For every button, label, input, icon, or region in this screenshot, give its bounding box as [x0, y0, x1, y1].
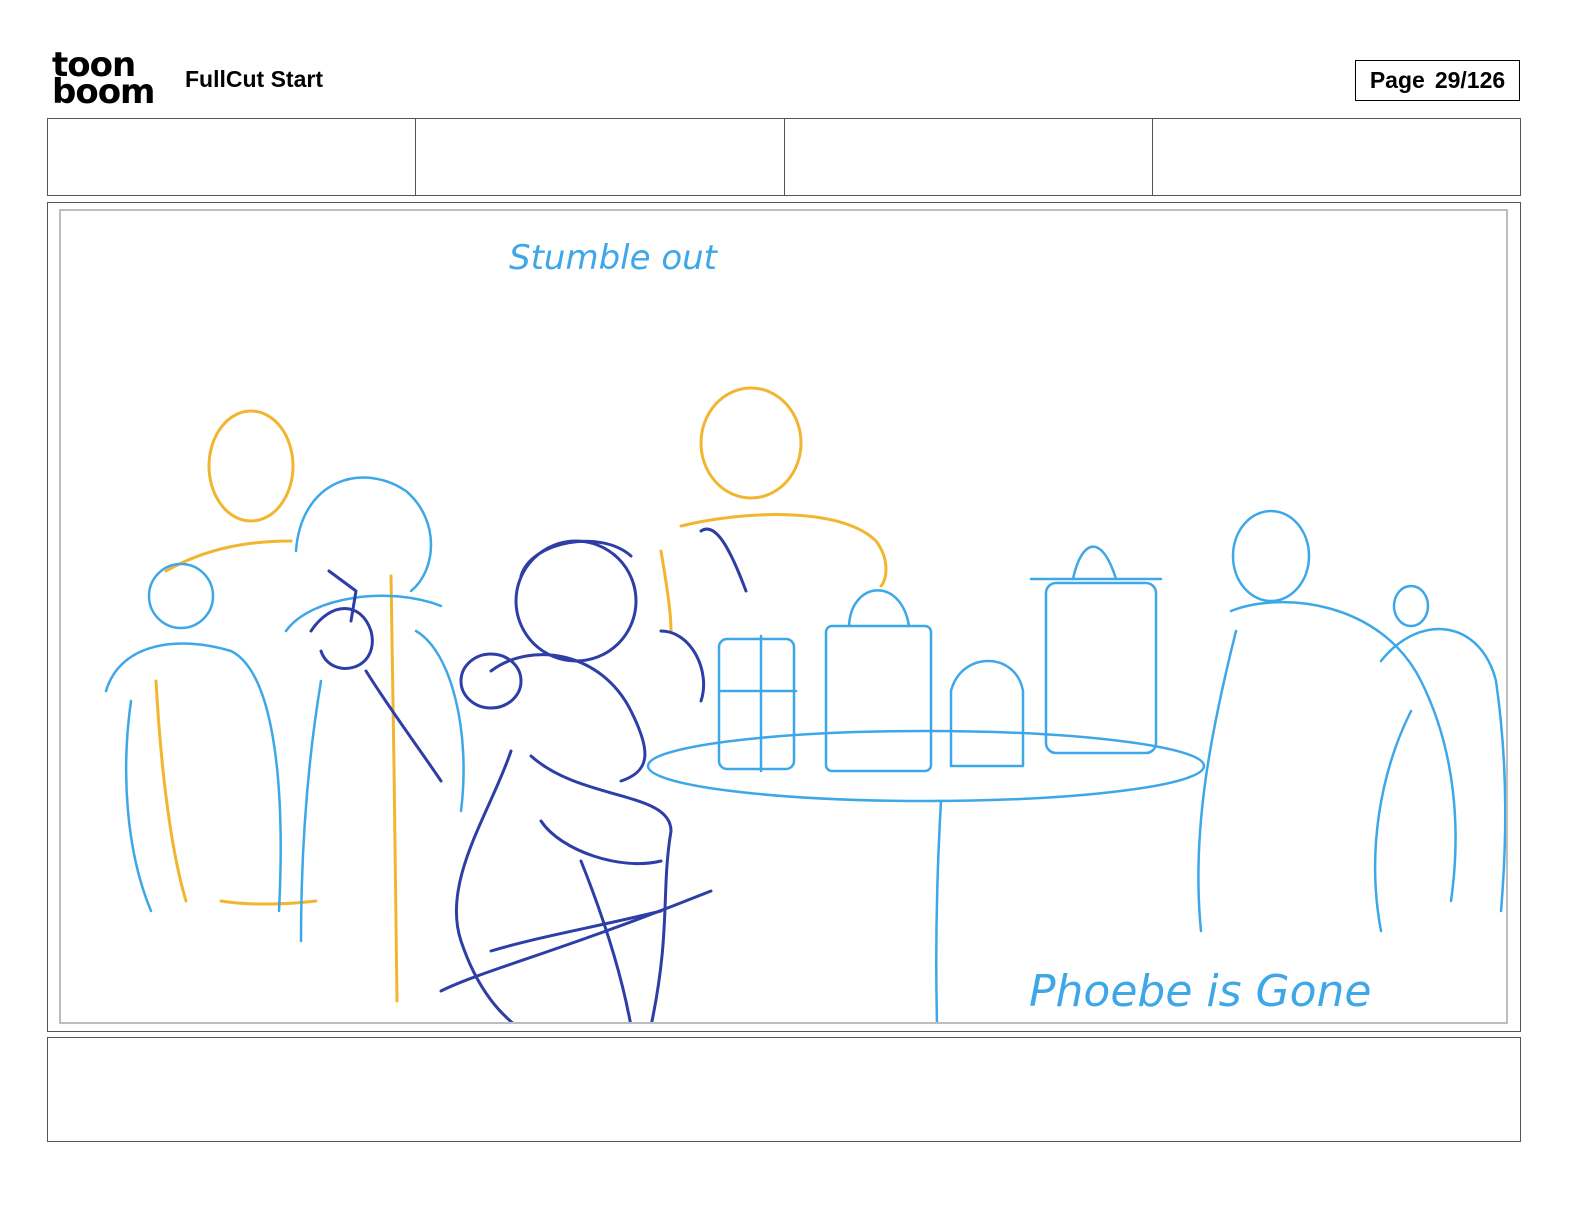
sketch-table-gifts — [646, 545, 1206, 1022]
toon-boom-logo: toon boom — [52, 48, 162, 112]
panel-notes-area[interactable] — [47, 1037, 1521, 1142]
sketch-main-character — [309, 527, 748, 1022]
sketch-figure-orange-left — [154, 409, 399, 1003]
page-number: 29/126 — [1434, 67, 1506, 93]
sketch-figure-orange-center — [659, 386, 888, 633]
sketch-figures-right — [1197, 509, 1506, 933]
panel-info-row — [47, 118, 1521, 196]
info-cell-3[interactable] — [785, 119, 1153, 195]
info-cell-2[interactable] — [416, 119, 785, 195]
page-label: Page — [1369, 67, 1425, 93]
annotation-stumble-out: Stumble out — [509, 238, 719, 278]
info-cell-1[interactable] — [48, 119, 417, 195]
logo-line-2: boom — [52, 72, 155, 112]
info-cell-4[interactable] — [1153, 119, 1520, 195]
document-title: FullCut Start — [185, 66, 323, 92]
panel-sketch: Stumble out Phoebe is Gone — [104, 238, 1506, 1022]
sketch-figure-blue-left — [104, 476, 465, 943]
storyboard-panel[interactable]: Stumble out Phoebe is Gone — [59, 209, 1508, 1024]
annotation-phoebe-gone: Phoebe is Gone — [1029, 966, 1372, 1017]
page-indicator: Page 29/126 — [1355, 60, 1520, 101]
